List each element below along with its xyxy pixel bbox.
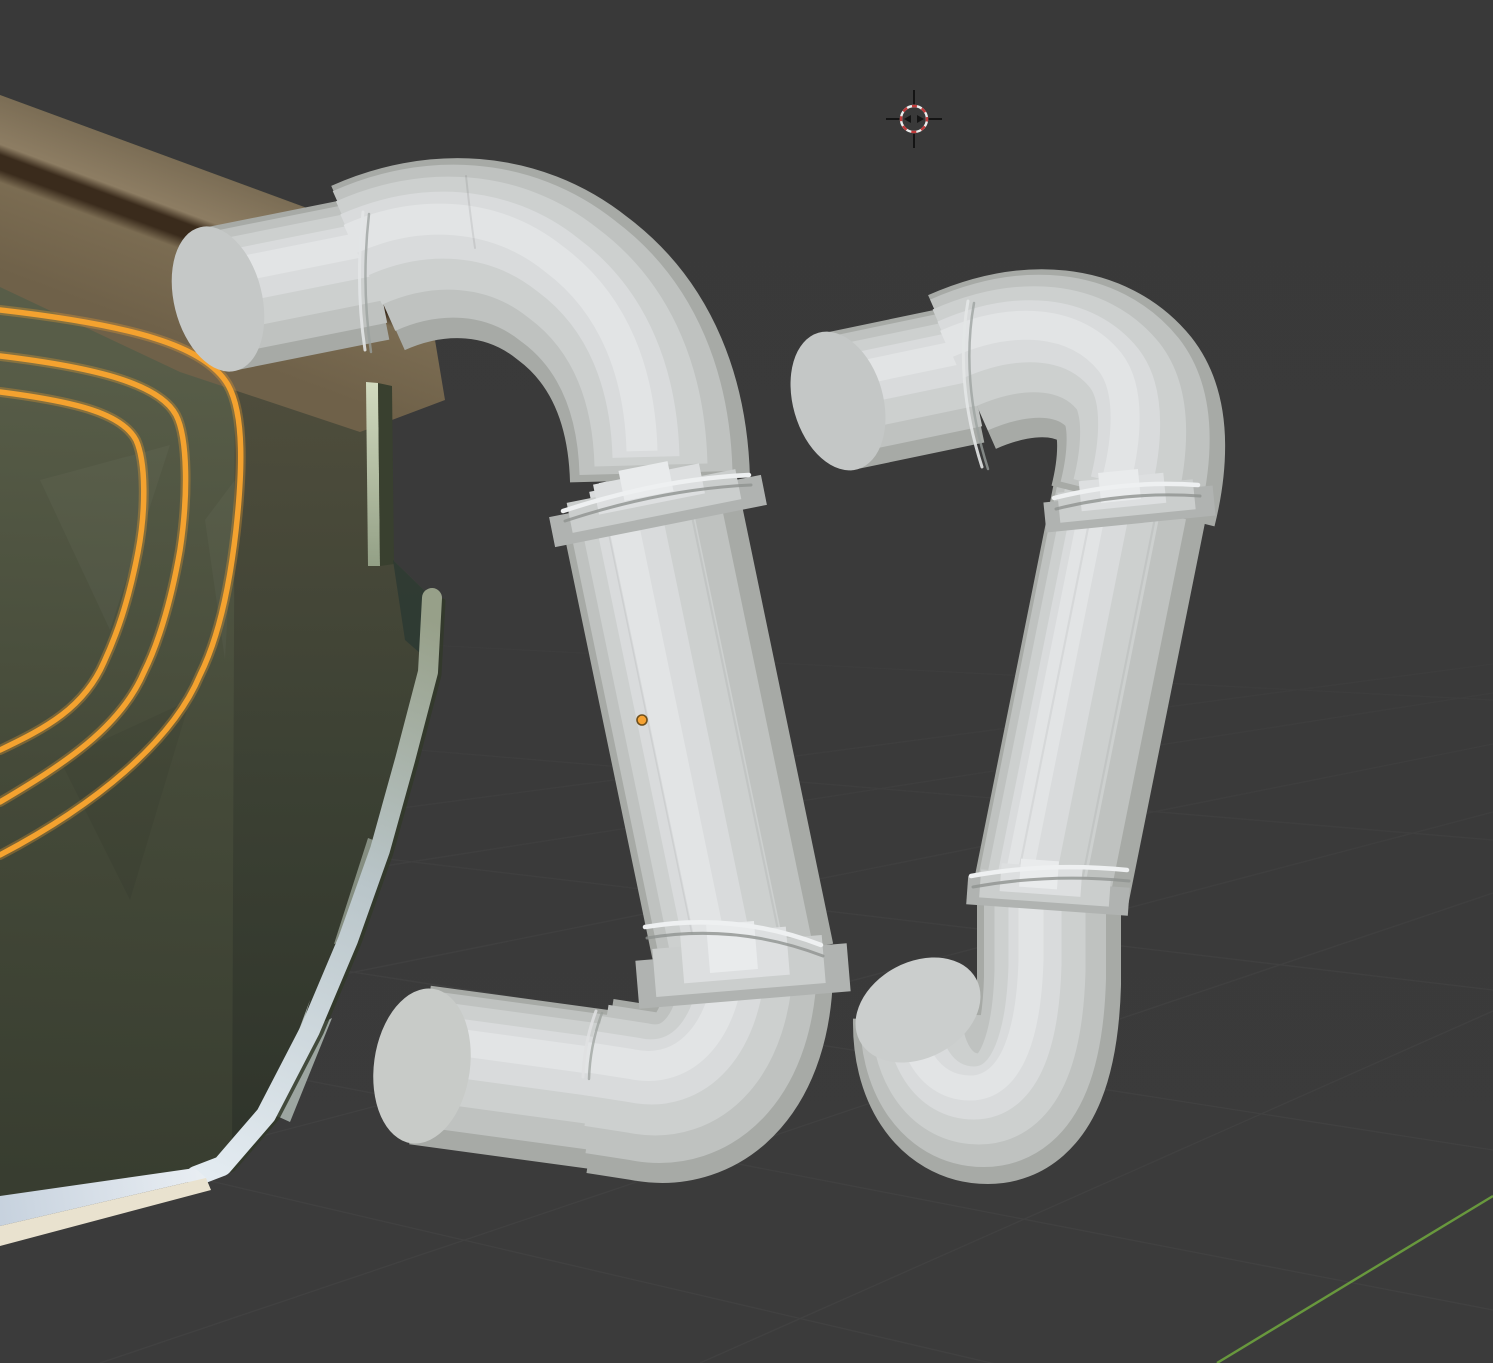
panel-edge-dark — [378, 383, 394, 566]
panel-edge-strip — [366, 382, 380, 566]
object-origin-dot[interactable] — [637, 715, 647, 725]
viewport-3d[interactable] — [0, 0, 1493, 1363]
